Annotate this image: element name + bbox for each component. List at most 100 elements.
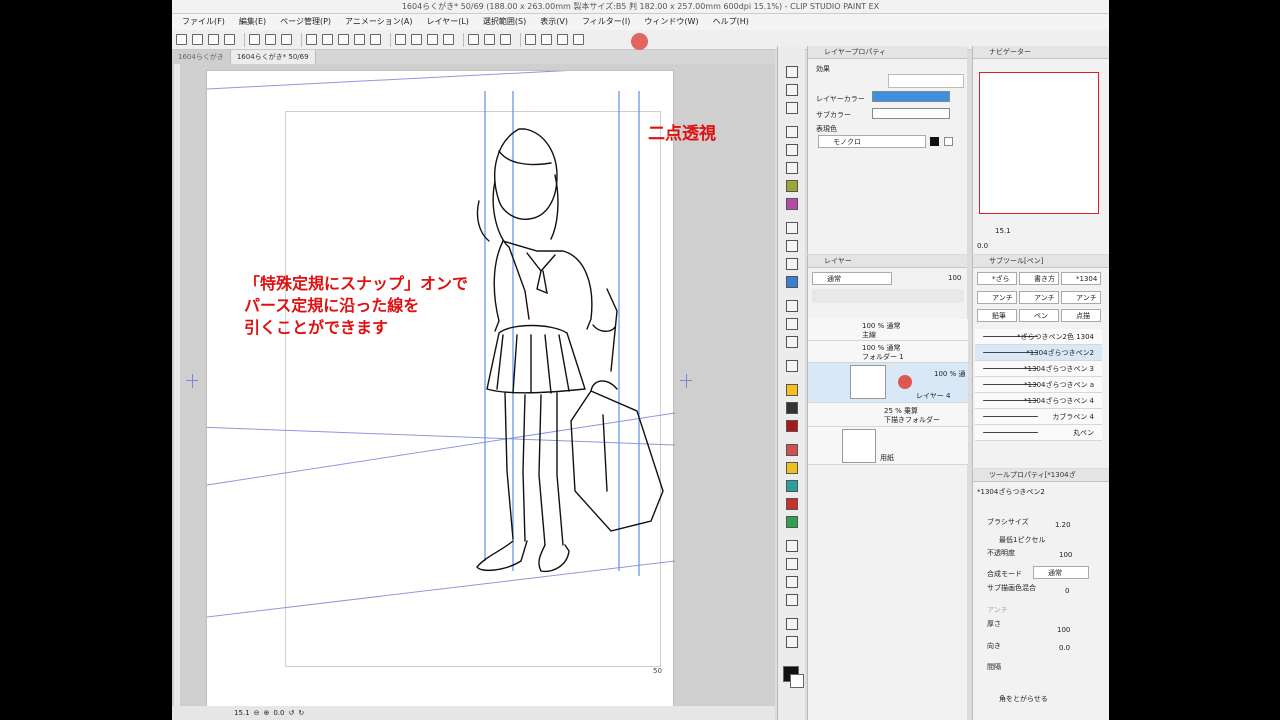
sub-color-swatch[interactable] [790,674,804,688]
vertical-scrollbar[interactable] [767,64,775,706]
color-tool-icon[interactable] [786,558,798,570]
window-icon[interactable] [573,34,584,45]
snap-special-ruler-icon[interactable] [484,34,495,45]
text-tool-icon[interactable] [786,384,798,396]
thickness-value[interactable]: 100 [1057,626,1070,634]
rotate-left-icon[interactable]: ↺ [288,709,294,717]
menu-view[interactable]: 表示(V) [533,14,575,30]
undo-icon[interactable] [249,34,260,45]
manga-page[interactable]: 二点透視 「特殊定規にスナップ」オンで パース定規に沿った線を 引くことができま… [206,70,716,712]
brush-item[interactable]: カブラペン 4 [975,409,1102,425]
angle-readout[interactable]: 0.0 [273,709,284,717]
redo-icon[interactable] [265,34,276,45]
subtool-group[interactable]: 点描 [1061,309,1101,322]
subtool-group[interactable]: 書き方 [1019,272,1059,285]
tab-1604[interactable]: 1604らくがき [172,50,231,64]
airbrush-tool-icon[interactable] [786,222,798,234]
liquify-tool-icon[interactable] [786,576,798,588]
zoom-tool-icon[interactable] [786,66,798,78]
blend-mode-select[interactable]: 通常 [1033,566,1089,579]
deselect-icon[interactable] [411,34,422,45]
black-swatch[interactable] [930,137,939,146]
subtool-group[interactable]: アンチ [1061,291,1101,304]
balloon-tool-icon[interactable] [786,462,798,474]
operate-tool-icon[interactable] [786,594,798,606]
canvas-area[interactable]: 二点透視 「特殊定規にスナップ」オンで パース定規に沿った線を 引くことができま… [172,64,775,716]
frame-icon[interactable] [525,34,536,45]
sub-draw-value[interactable]: 0 [1065,587,1069,595]
gradient-2-tool-icon[interactable] [786,402,798,414]
grid-icon[interactable] [500,34,511,45]
sub-color-swatch-field[interactable] [872,108,950,119]
menu-selection[interactable]: 選択範囲(S) [476,14,533,30]
subtool-group[interactable]: 鉛筆 [977,309,1017,322]
brush-tool-icon[interactable] [786,240,798,252]
menu-window[interactable]: ウィンドウ(W) [637,14,705,30]
effect-line-tool-icon[interactable] [786,516,798,528]
lasso-tool-icon[interactable] [786,636,798,648]
brush-item[interactable]: *1304ざらつきペン a [975,377,1102,393]
subtool-group[interactable]: ペン [1019,309,1059,322]
brush-item[interactable]: *1304ざらつきペン 4 [975,393,1102,409]
line-tool-icon[interactable] [786,480,798,492]
new-page-icon[interactable] [192,34,203,45]
menu-layer[interactable]: レイヤー(L) [419,14,475,30]
min-pixel-checkbox[interactable]: 最低1ピクセル [999,535,1045,545]
eraser-2-tool-icon[interactable] [786,336,798,348]
gradient-tool-icon[interactable] [786,180,798,192]
menu-edit[interactable]: 編集(E) [232,14,273,30]
decoration-tool-icon[interactable] [786,300,798,312]
selection-icon[interactable] [395,34,406,45]
tone-icon[interactable] [557,34,568,45]
open-icon[interactable] [208,34,219,45]
clear-icon[interactable] [281,34,292,45]
subtool-group[interactable]: アンチ [977,291,1017,304]
layer-row[interactable]: 100 % 通常 主線 [808,319,968,341]
brush-item[interactable]: *ざらつきペン2色 1304 [975,329,1102,345]
direction-value[interactable]: 0.0 [1059,644,1070,652]
corner-checkbox[interactable]: 角をとがらせる [999,694,1048,704]
layer-row[interactable]: 25 % 乗算 下描きフォルダー [808,403,968,427]
object-tool-icon[interactable] [786,618,798,630]
menu-page[interactable]: ページ管理(P) [273,14,338,30]
copy-icon[interactable] [322,34,333,45]
paste-icon[interactable] [338,34,349,45]
subtool-group[interactable]: *1304 [1061,272,1101,285]
new-icon[interactable] [176,34,187,45]
menu-animation[interactable]: アニメーション(A) [338,14,419,30]
brush-size-value[interactable]: 1.20 [1055,521,1071,529]
opacity-value[interactable]: 100 [1059,551,1072,559]
blend-mode-select[interactable]: 通常 [812,272,892,285]
layer-row[interactable]: 用紙 [808,427,968,465]
brush-item-selected[interactable]: *1304ざらつきペン2 [975,345,1102,361]
brush-item[interactable]: 丸ペン [975,425,1102,441]
fill-tool-icon[interactable] [786,162,798,174]
transform-icon[interactable] [354,34,365,45]
zoom-in-icon[interactable]: ⊕ [263,709,269,717]
brush-item[interactable]: *1304ざらつきペン 3 [975,361,1102,377]
menu-filter[interactable]: フィルター(I) [575,14,637,30]
menu-help[interactable]: ヘルプ(H) [706,14,756,30]
eyedropper-tool-icon[interactable] [786,126,798,138]
white-swatch[interactable] [944,137,953,146]
frame-tool-icon[interactable] [786,444,798,456]
invert-selection-icon[interactable] [427,34,438,45]
eraser-tool-icon[interactable] [786,144,798,156]
zoom-out-icon[interactable]: ⊖ [254,709,260,717]
ruler-tool-icon[interactable] [786,420,798,432]
layer-row-selected[interactable]: 100 % 通 レイヤー 4 [808,363,968,403]
tab-1604-page50[interactable]: 1604らくがき* 50/69 [230,50,316,64]
layer-color-swatch[interactable] [872,91,950,102]
effect-icons[interactable] [888,74,964,88]
select-layer-icon[interactable] [443,34,454,45]
pencil-tool-icon[interactable] [786,258,798,270]
perspective-ruler-icon[interactable] [468,34,479,45]
save-icon[interactable] [224,34,235,45]
nav-angle-readout[interactable]: 0.0 [977,242,988,250]
menu-file[interactable]: ファイル(F) [175,14,232,30]
layer-row[interactable]: 100 % 通常 フォルダー 1 [808,341,968,363]
figure-tool-icon[interactable] [786,198,798,210]
pen-tool-icon[interactable] [786,276,798,288]
cut-icon[interactable] [306,34,317,45]
correction-tool-icon[interactable] [786,540,798,552]
